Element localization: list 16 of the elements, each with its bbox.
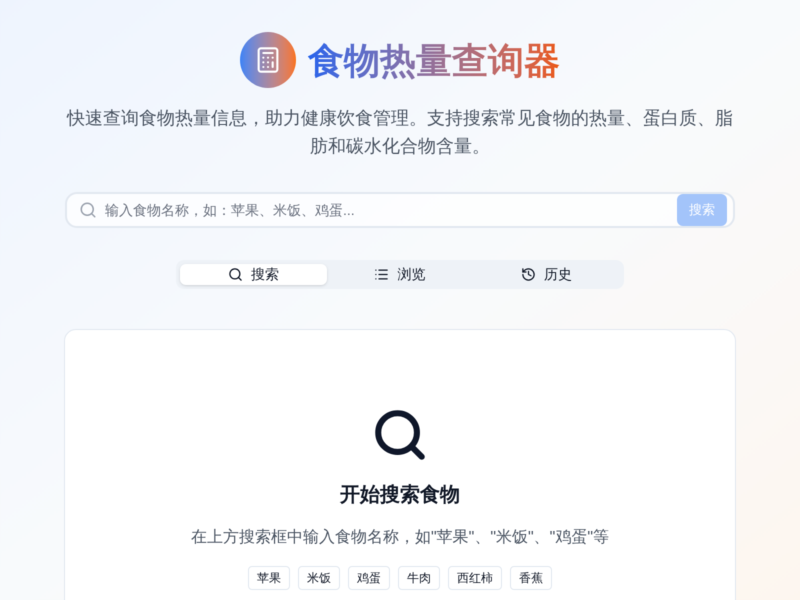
tab[interactable]: 浏览 [326, 264, 474, 285]
search-icon [79, 201, 97, 219]
suggestion-chip[interactable]: 苹果 [248, 566, 290, 590]
empty-state-title: 开始搜索食物 [340, 483, 460, 508]
suggestion-chip[interactable]: 香蕉 [510, 566, 552, 590]
suggestion-chip[interactable]: 米饭 [298, 566, 340, 590]
suggestion-chip[interactable]: 牛肉 [398, 566, 440, 590]
list-icon [374, 267, 390, 282]
suggestion-chip[interactable]: 西红柿 [448, 566, 502, 590]
tab[interactable]: 搜索 [180, 264, 327, 285]
history-icon [521, 267, 536, 282]
suggestion-chip[interactable]: 鸡蛋 [348, 566, 390, 590]
tab[interactable]: 历史 [473, 264, 620, 285]
search-icon [228, 267, 243, 282]
empty-state-hint: 在上方搜索框中输入食物名称，如"苹果"、"米饭"、"鸡蛋"等 [190, 528, 610, 548]
app-subtitle: 快速查询食物热量信息，助力健康饮食管理。支持搜索常见食物的热量、蛋白质、脂肪和碳水化合物含量。 [66, 107, 734, 158]
